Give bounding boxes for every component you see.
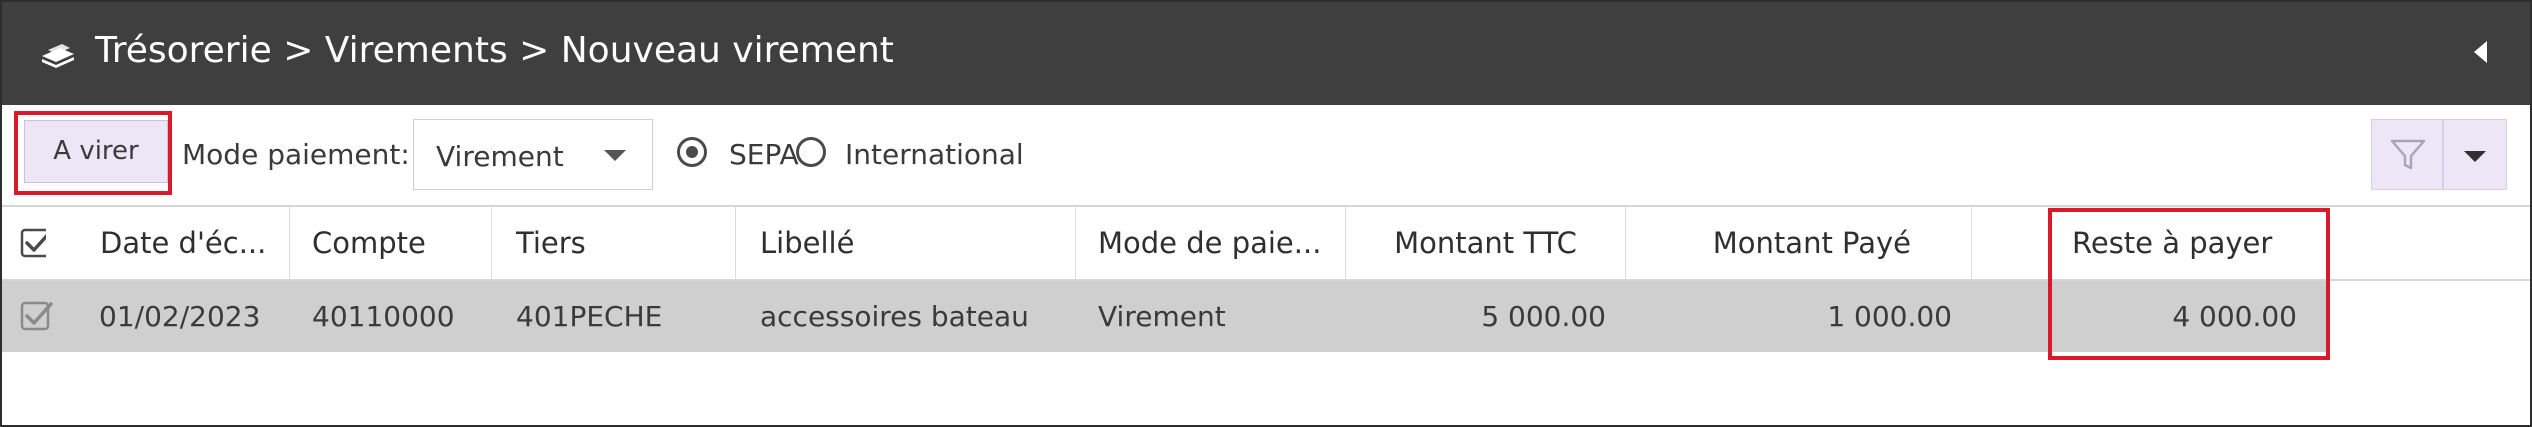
- column-header-compte[interactable]: Compte: [290, 207, 492, 279]
- select-all-checkbox-icon[interactable]: [20, 226, 46, 260]
- table-row[interactable]: 01/02/2023 40110000 401PECHE accessoires…: [2, 281, 2327, 352]
- chevron-down-icon: [604, 150, 626, 161]
- filter-icon: [2390, 139, 2426, 170]
- mode-paiement-select[interactable]: Virement: [413, 119, 653, 190]
- cell-date: 01/02/2023: [99, 300, 261, 333]
- highlight-box-reste-a-payer: [2048, 208, 2330, 360]
- caret-down-icon: [2464, 151, 2486, 162]
- column-header-libelle[interactable]: Libellé: [736, 207, 1076, 279]
- column-header-tiers[interactable]: Tiers: [492, 207, 736, 279]
- radio-sepa[interactable]: [677, 137, 707, 167]
- filter-button[interactable]: [2371, 119, 2443, 190]
- toolbar: A virer Mode paiement: Virement SEPA Int…: [2, 105, 2530, 207]
- column-header-mode[interactable]: Mode de paie...: [1076, 207, 1346, 279]
- radio-international-label[interactable]: International: [845, 138, 1024, 171]
- collapse-left-icon[interactable]: [2474, 41, 2487, 63]
- header-bar: Trésorerie > Virements > Nouveau viremen…: [2, 2, 2530, 105]
- cell-montant-paye: 1 000.00: [1827, 300, 1952, 333]
- a-virer-button[interactable]: A virer: [24, 120, 168, 183]
- row-checkbox-icon[interactable]: [20, 299, 54, 333]
- cell-libelle: accessoires bateau: [760, 300, 1029, 333]
- cell-tiers: 401PECHE: [516, 300, 663, 333]
- column-header-montant-paye[interactable]: Montant Payé: [1626, 207, 1972, 279]
- radio-sepa-label[interactable]: SEPA: [729, 138, 799, 171]
- options-dropdown-button[interactable]: [2443, 119, 2507, 190]
- select-all-cell[interactable]: [2, 207, 46, 279]
- window-frame: Trésorerie > Virements > Nouveau viremen…: [0, 0, 2532, 427]
- column-header-date[interactable]: Date d'éc...: [78, 207, 290, 279]
- column-header-montant-ttc[interactable]: Montant TTC: [1346, 207, 1626, 279]
- cell-mode: Virement: [1098, 300, 1226, 333]
- radio-international[interactable]: [796, 137, 826, 167]
- cell-compte: 40110000: [312, 300, 455, 333]
- cell-montant-ttc: 5 000.00: [1481, 300, 1606, 333]
- money-stack-icon: [42, 44, 74, 68]
- page-title: Trésorerie > Virements > Nouveau viremen…: [95, 30, 894, 71]
- mode-paiement-label: Mode paiement:: [182, 138, 410, 171]
- mode-paiement-value: Virement: [436, 140, 564, 173]
